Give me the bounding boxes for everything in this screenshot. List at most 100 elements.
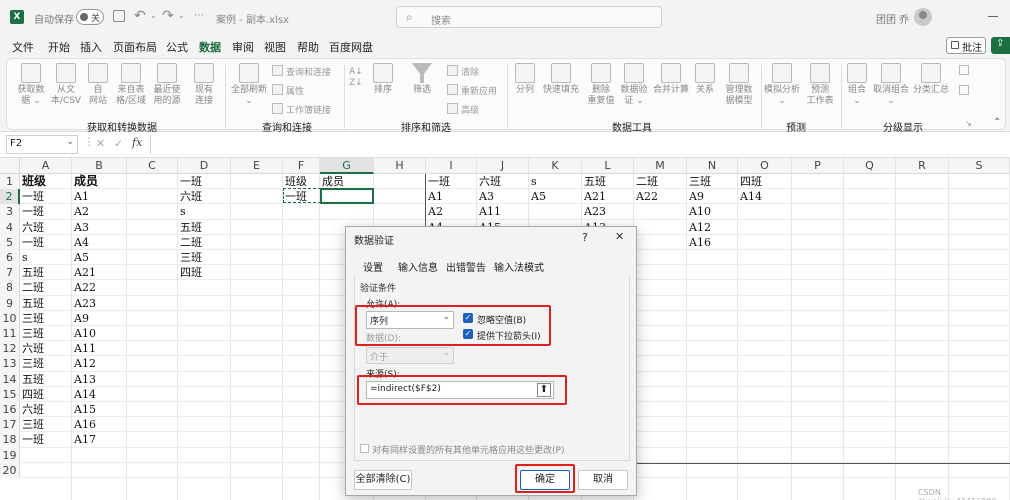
undo-icon[interactable]: ↶ [134, 8, 146, 24]
show-detail-icon[interactable] [959, 65, 969, 75]
column-header-O[interactable]: O [738, 158, 792, 174]
cell-B17[interactable]: A16 [74, 417, 96, 432]
column-header-H[interactable]: H [374, 158, 426, 174]
column-header-R[interactable]: R [896, 158, 949, 174]
tab-error-alert[interactable]: 出错警告 [446, 259, 486, 274]
cell-D6[interactable]: 三班 [180, 250, 202, 265]
text-to-columns-button[interactable]: 分列 [511, 63, 539, 96]
row-header-17[interactable]: 17 [0, 417, 20, 433]
row-header-12[interactable]: 12 [0, 341, 20, 357]
menu-data[interactable]: 数据 [199, 39, 221, 58]
minimize-icon[interactable] [988, 16, 998, 17]
column-header-P[interactable]: P [792, 158, 844, 174]
row-header-13[interactable]: 13 [0, 356, 20, 372]
cell-A14[interactable]: 五班 [22, 372, 44, 387]
cell-L3[interactable]: A23 [584, 204, 606, 219]
tab-settings[interactable]: 设置 [363, 259, 383, 274]
group-button[interactable]: 组合 ⌄ [843, 63, 871, 107]
cell-D1[interactable]: 一班 [180, 174, 202, 189]
cell-J3[interactable]: A11 [479, 204, 501, 219]
cell-A2[interactable]: 一班 [22, 189, 44, 204]
column-header-C[interactable]: C [127, 158, 178, 174]
search-box[interactable]: ⌕ 搜索 [396, 6, 662, 28]
comments-button[interactable]: 批注 [946, 37, 986, 54]
hide-detail-icon[interactable] [959, 85, 969, 95]
row-header-18[interactable]: 18 [0, 432, 20, 448]
cell-A15[interactable]: 四班 [22, 387, 44, 402]
column-header-N[interactable]: N [687, 158, 738, 174]
cell-M2[interactable]: A22 [636, 189, 658, 204]
from-web-button[interactable]: 自网站 [83, 63, 113, 107]
cell-A1[interactable]: 班级 [22, 174, 46, 189]
row-header-10[interactable]: 10 [0, 310, 20, 326]
cell-A10[interactable]: 三班 [22, 311, 44, 326]
avatar[interactable] [914, 8, 932, 26]
cell-L1[interactable]: 五班 [584, 174, 606, 189]
column-header-I[interactable]: I [426, 158, 477, 174]
workbook-links-button[interactable]: 工作簿链接 [272, 103, 331, 116]
menu-insert[interactable]: 插入 [80, 39, 102, 55]
cell-B11[interactable]: A10 [74, 326, 96, 341]
ungroup-button[interactable]: 取消组合 ⌄ [871, 63, 911, 107]
subtotal-button[interactable]: 分类汇总 [911, 63, 951, 96]
column-header-D[interactable]: D [178, 158, 231, 174]
forecast-sheet-button[interactable]: 预测 工作表 [803, 63, 837, 107]
clear-filter-button[interactable]: 清除 [447, 65, 479, 78]
cell-N1[interactable]: 三班 [689, 174, 711, 189]
cell-B9[interactable]: A23 [74, 296, 96, 311]
cell-B5[interactable]: A4 [74, 235, 89, 250]
tab-ime-mode[interactable]: 输入法模式 [494, 259, 544, 274]
insert-function-icon[interactable]: fx [132, 136, 142, 149]
cell-A4[interactable]: 六班 [22, 220, 44, 235]
consolidate-button[interactable]: 合并计算 [651, 63, 691, 96]
cell-A18[interactable]: 一班 [22, 432, 44, 447]
cell-B14[interactable]: A13 [74, 372, 96, 387]
cell-J1[interactable]: 六班 [479, 174, 501, 189]
save-icon[interactable] [113, 10, 125, 22]
cell-A5[interactable]: 一班 [22, 235, 44, 250]
formula-input[interactable] [150, 135, 1008, 154]
menu-review[interactable]: 审阅 [232, 39, 254, 55]
close-icon[interactable]: ✕ [615, 230, 624, 243]
column-header-A[interactable]: A [20, 158, 72, 174]
refresh-all-button[interactable]: 全部刷新 ⌄ [229, 63, 269, 107]
what-if-button[interactable]: 模拟分析 ⌄ [763, 63, 801, 107]
column-header-J[interactable]: J [477, 158, 529, 174]
sort-ascending-icon[interactable]: A↓ Z↓ [349, 67, 363, 89]
customize-qat-icon[interactable]: ⋯ [194, 10, 204, 21]
cell-G1[interactable]: 成员 [322, 174, 344, 189]
cancel-formula-icon[interactable]: ✕ [96, 137, 105, 150]
cell-D7[interactable]: 四班 [180, 265, 202, 280]
cell-D4[interactable]: 五班 [180, 220, 202, 235]
cancel-button[interactable]: 取消 [578, 470, 628, 490]
column-header-E[interactable]: E [231, 158, 283, 174]
cell-A17[interactable]: 三班 [22, 417, 44, 432]
cell-B12[interactable]: A11 [74, 341, 96, 356]
menu-baidu-netdisk[interactable]: 百度网盘 [329, 39, 373, 55]
from-text-csv-button[interactable]: 从文 本/CSV [49, 63, 83, 107]
row-header-4[interactable]: 4 [0, 219, 20, 235]
cell-B3[interactable]: A2 [74, 204, 89, 219]
cell-B13[interactable]: A12 [74, 356, 96, 371]
redo-icon[interactable]: ↷ [162, 8, 174, 24]
column-header-L[interactable]: L [582, 158, 634, 174]
apply-all-checkbox[interactable] [360, 444, 369, 453]
tab-input-message[interactable]: 输入信息 [398, 259, 438, 274]
share-button[interactable]: ⇪ [991, 37, 1010, 54]
cell-M1[interactable]: 二班 [636, 174, 658, 189]
cell-D5[interactable]: 二班 [180, 235, 202, 250]
cell-B1[interactable]: 成员 [74, 174, 98, 189]
cell-I3[interactable]: A2 [428, 204, 443, 219]
column-header-M[interactable]: M [634, 158, 687, 174]
cell-B16[interactable]: A15 [74, 402, 96, 417]
cell-D2[interactable]: 六班 [180, 189, 202, 204]
cell-J2[interactable]: A3 [479, 189, 494, 204]
reapply-button[interactable]: 重新应用 [447, 84, 497, 97]
name-box[interactable]: F2 ⌄ [6, 135, 78, 154]
data-model-button[interactable]: 管理数 据模型 [721, 63, 757, 107]
cell-A13[interactable]: 三班 [22, 356, 44, 371]
help-button[interactable]: ? [582, 231, 588, 244]
sort-button[interactable]: 排序 [369, 63, 397, 96]
column-header-S[interactable]: S [949, 158, 1010, 174]
cell-B18[interactable]: A17 [74, 432, 96, 447]
